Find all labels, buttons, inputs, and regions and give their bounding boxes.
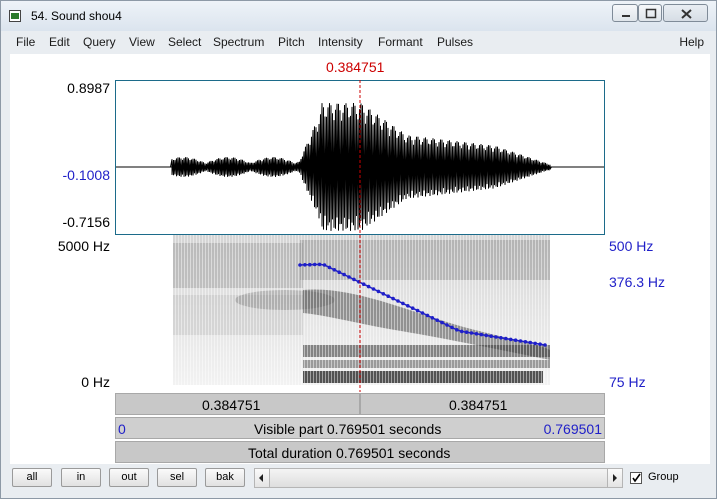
arrow-left-icon bbox=[259, 474, 263, 482]
pitch-bottom-label: 75 Hz bbox=[609, 374, 646, 390]
maximize-icon bbox=[645, 8, 657, 19]
cursor-line bbox=[359, 80, 361, 392]
horizontal-scrollbar[interactable] bbox=[254, 468, 623, 488]
pitch-top-label: 500 Hz bbox=[609, 238, 654, 254]
menu-intensity[interactable]: Intensity bbox=[318, 35, 363, 49]
window-title: 54. Sound shou4 bbox=[31, 9, 122, 23]
menu-view[interactable]: View bbox=[129, 35, 155, 49]
zoom-selection-button[interactable]: sel bbox=[157, 468, 197, 487]
zoom-all-button[interactable]: all bbox=[12, 468, 52, 487]
menu-bar: File Edit Query View Select Spectrum Pit… bbox=[10, 34, 710, 52]
arrow-right-icon bbox=[613, 474, 617, 482]
visible-part-bar[interactable]: 0 Visible part 0.769501 seconds 0.769501 bbox=[115, 417, 605, 439]
scroll-left-button[interactable] bbox=[255, 469, 269, 487]
menu-pulses[interactable]: Pulses bbox=[437, 35, 473, 49]
minimize-button[interactable] bbox=[612, 4, 638, 22]
total-duration-bar[interactable]: Total duration 0.769501 seconds bbox=[115, 441, 605, 463]
zoom-back-button[interactable]: bak bbox=[205, 468, 245, 487]
selection-left-time: 0.384751 bbox=[202, 397, 261, 413]
zoom-in-button[interactable]: in bbox=[61, 468, 101, 487]
menu-pitch[interactable]: Pitch bbox=[278, 35, 305, 49]
checkmark-icon bbox=[632, 473, 641, 483]
menu-query[interactable]: Query bbox=[83, 35, 116, 49]
zoom-out-button[interactable]: out bbox=[109, 468, 149, 487]
praat-sound-window: 54. Sound shou4 File Edit Query View Sel… bbox=[0, 0, 717, 499]
menu-select[interactable]: Select bbox=[168, 35, 201, 49]
group-label: Group bbox=[648, 471, 679, 483]
close-icon bbox=[681, 9, 692, 19]
minimize-icon bbox=[622, 15, 630, 17]
visible-start-time: 0 bbox=[118, 421, 126, 437]
menu-file[interactable]: File bbox=[16, 35, 35, 49]
maximize-button[interactable] bbox=[638, 4, 662, 22]
menu-formant[interactable]: Formant bbox=[378, 35, 423, 49]
sound-editor-area[interactable]: 0.384751 0.8987 -0.1008 -0.7156 5000 Hz … bbox=[10, 54, 710, 464]
praat-app-icon bbox=[9, 10, 21, 22]
selection-right-bar[interactable]: 0.384751 bbox=[360, 393, 605, 415]
pitch-current-label: 376.3 Hz bbox=[609, 274, 666, 290]
scroll-right-button[interactable] bbox=[608, 469, 622, 487]
visible-part-label: Visible part 0.769501 seconds bbox=[254, 421, 442, 437]
visible-end-time: 0.769501 bbox=[543, 421, 602, 437]
title-bar[interactable]: 54. Sound shou4 bbox=[1, 1, 716, 31]
selection-right-time: 0.384751 bbox=[449, 397, 508, 413]
group-checkbox[interactable] bbox=[630, 472, 642, 484]
total-duration-label: Total duration 0.769501 seconds bbox=[248, 445, 451, 461]
menu-edit[interactable]: Edit bbox=[49, 35, 70, 49]
menu-spectrum[interactable]: Spectrum bbox=[213, 35, 264, 49]
scroll-thumb[interactable] bbox=[269, 469, 608, 487]
close-button[interactable] bbox=[663, 4, 708, 22]
menu-help[interactable]: Help bbox=[679, 35, 704, 49]
selection-left-bar[interactable]: 0.384751 bbox=[115, 393, 360, 415]
